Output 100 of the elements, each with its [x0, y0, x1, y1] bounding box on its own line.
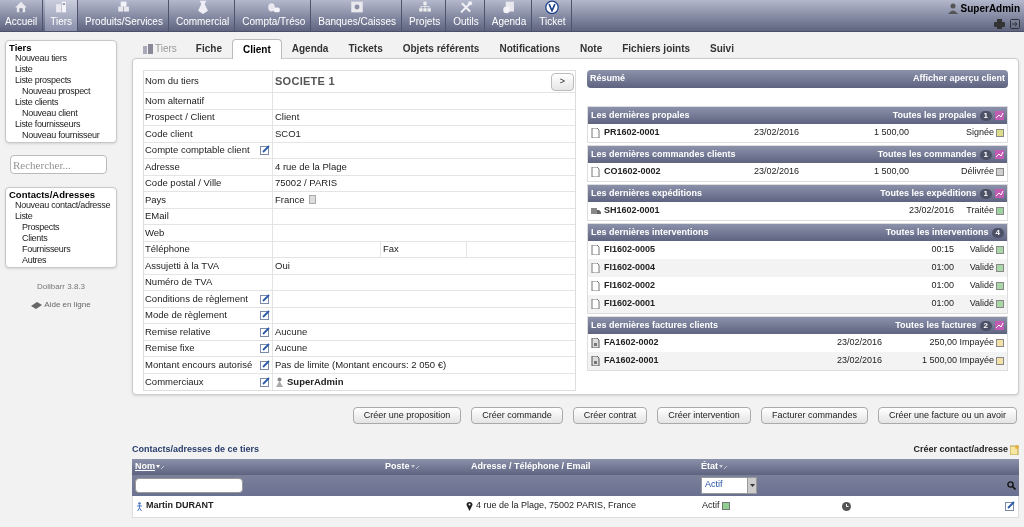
sidebar-item[interactable]: Clients	[9, 233, 113, 244]
reference-link[interactable]: FI1602-0002	[604, 279, 714, 293]
menu-tab[interactable]: Projets	[404, 0, 447, 31]
field-label: Conditions de règlement	[145, 291, 248, 306]
reference-link[interactable]: SH1602-0001	[604, 204, 714, 218]
sidebar-item[interactable]: Nouveau client	[9, 108, 113, 119]
column-header[interactable]: Adresse / Téléphone / Email	[471, 459, 591, 474]
duration-text: 01:00	[930, 297, 954, 311]
field-value: Aucune	[275, 324, 308, 339]
column-header[interactable]: Nom	[135, 459, 155, 474]
document-icon	[591, 128, 601, 138]
section-title: Les dernières interventions	[591, 225, 709, 239]
menu-tab[interactable]: Compta/Tréso	[237, 0, 312, 31]
menu-tab[interactable]: Produits/Services	[80, 0, 169, 31]
duration-text: 00:15	[930, 243, 954, 257]
reference-link[interactable]: FI1602-0005	[604, 243, 714, 257]
user-icon	[275, 376, 284, 387]
reference-link[interactable]: CO1602-0002	[604, 165, 714, 179]
sidebar-item[interactable]: Nouveau tiers	[9, 53, 113, 64]
menu-tab[interactable]: Commercial	[170, 0, 236, 31]
field-value: Oui	[275, 258, 290, 273]
status-text: Validé	[969, 297, 994, 311]
name-filter-field[interactable]	[135, 477, 243, 493]
preview-link[interactable]: Afficher aperçu client	[912, 72, 1005, 86]
count-badge: 2	[979, 320, 992, 331]
search-field[interactable]: Rechercher...	[10, 155, 107, 174]
menu-tab[interactable]: Agenda	[486, 0, 533, 31]
reference-link[interactable]: FI1602-0004	[604, 261, 714, 275]
clock-icon	[842, 501, 851, 511]
sidebar-item[interactable]: Liste prospects	[9, 75, 113, 86]
section-title: Les dernières factures clients	[591, 318, 719, 332]
sidebar-item[interactable]: Liste fournisseurs	[9, 119, 113, 130]
user-link[interactable]: SuperAdmin	[960, 1, 1020, 16]
tab[interactable]: Agenda	[281, 39, 339, 58]
sidebar-item[interactable]: Prospects	[9, 222, 113, 233]
section-link[interactable]: Toutes les factures	[895, 318, 977, 333]
menu-tab[interactable]: Banques/Caisses	[313, 0, 403, 31]
add-contact-icon	[1010, 444, 1019, 455]
reference-link[interactable]: PR1602-0001	[604, 126, 714, 140]
sidebar-item[interactable]: Fournisseurs	[9, 244, 113, 255]
sidebar-item[interactable]: Nouveau fournisseur	[9, 130, 113, 141]
tab[interactable]: Suivi	[700, 39, 744, 58]
tab[interactable]: Client	[232, 39, 282, 59]
sidebar-item[interactable]: Autres	[9, 255, 113, 266]
section-title: Les dernières commandes clients	[591, 147, 736, 161]
section-link[interactable]: Toutes les propales	[892, 108, 977, 123]
section-link[interactable]: Toutes les interventions	[885, 225, 989, 240]
sidebar-item[interactable]: Liste	[9, 64, 113, 75]
sidebar-title[interactable]: Tiers	[9, 42, 113, 53]
field-label: Assujetti à la TVA	[145, 258, 220, 273]
building-icon	[143, 43, 153, 54]
action-button[interactable]: Créer intervention	[657, 407, 751, 424]
section-title: Résumé	[590, 72, 625, 86]
action-button[interactable]: Créer commande	[471, 407, 563, 424]
create-contact-link[interactable]: Créer contact/adresse	[913, 443, 1008, 457]
user-link[interactable]: SuperAdmin	[287, 374, 344, 389]
help-link[interactable]: Aide en ligne	[44, 299, 91, 311]
action-button[interactable]: Créer une proposition	[352, 407, 462, 424]
status-dropdown[interactable]: Actif	[701, 476, 757, 494]
column-header[interactable]: Poste	[385, 459, 410, 474]
tab[interactable]: Notifications	[489, 39, 570, 58]
duration-text: 01:00	[930, 261, 954, 275]
tab[interactable]: Objets référents	[392, 39, 490, 58]
sidebar-item[interactable]: Nouveau prospect	[9, 86, 113, 97]
amount-text: 1 500,00	[920, 354, 957, 368]
next-button[interactable]: >	[551, 72, 574, 91]
section-title: Contacts/adresses de ce tiers	[132, 443, 260, 456]
menu-tab[interactable]: Accueil	[0, 0, 44, 31]
tab[interactable]: Note	[570, 39, 613, 58]
count-badge: 1	[979, 149, 992, 160]
sidebar-title[interactable]: Contacts/Adresses	[9, 189, 113, 200]
contact-link[interactable]: Martin DURANT	[146, 499, 214, 513]
status-text: Actif	[702, 499, 720, 513]
tab[interactable]: Fichiers joints	[612, 39, 701, 58]
action-button[interactable]: Créer contrat	[572, 407, 648, 424]
sidebar-item[interactable]: Liste clients	[9, 97, 113, 108]
section-title: Les dernières propales	[591, 108, 690, 122]
amount-text: 1 500,00	[872, 165, 909, 179]
reference-link[interactable]: FA1602-0002	[604, 336, 714, 350]
field-label: Montant encours autorisé	[145, 357, 253, 372]
invoice-icon	[591, 338, 601, 348]
reference-link[interactable]: FI1602-0001	[604, 297, 714, 311]
column-header[interactable]: État	[701, 459, 718, 474]
status-text: Traitée	[966, 204, 994, 218]
tab[interactable]: Fiche	[185, 39, 232, 58]
field-label: Nom alternatif	[145, 93, 205, 108]
section-link[interactable]: Toutes les expéditions	[880, 186, 977, 201]
reference-link[interactable]: FA1602-0001	[604, 354, 714, 368]
map-pin-icon	[466, 501, 473, 511]
sidebar-item[interactable]: Nouveau contact/adresse	[9, 200, 113, 211]
menu-tab[interactable]: Outils	[448, 0, 485, 31]
sidebar-item[interactable]: Liste	[9, 211, 113, 222]
tab[interactable]: Tickets	[338, 39, 393, 58]
action-button[interactable]: Créer une facture ou un avoir	[877, 407, 1017, 424]
field-label: Nom du tiers	[145, 74, 199, 89]
section-link[interactable]: Toutes les commandes	[877, 147, 977, 162]
flag-icon	[308, 195, 316, 205]
menu-tab[interactable]: Ticket	[534, 0, 572, 31]
field-label: Pays	[145, 192, 167, 207]
action-button[interactable]: Facturer commandes	[760, 407, 868, 424]
